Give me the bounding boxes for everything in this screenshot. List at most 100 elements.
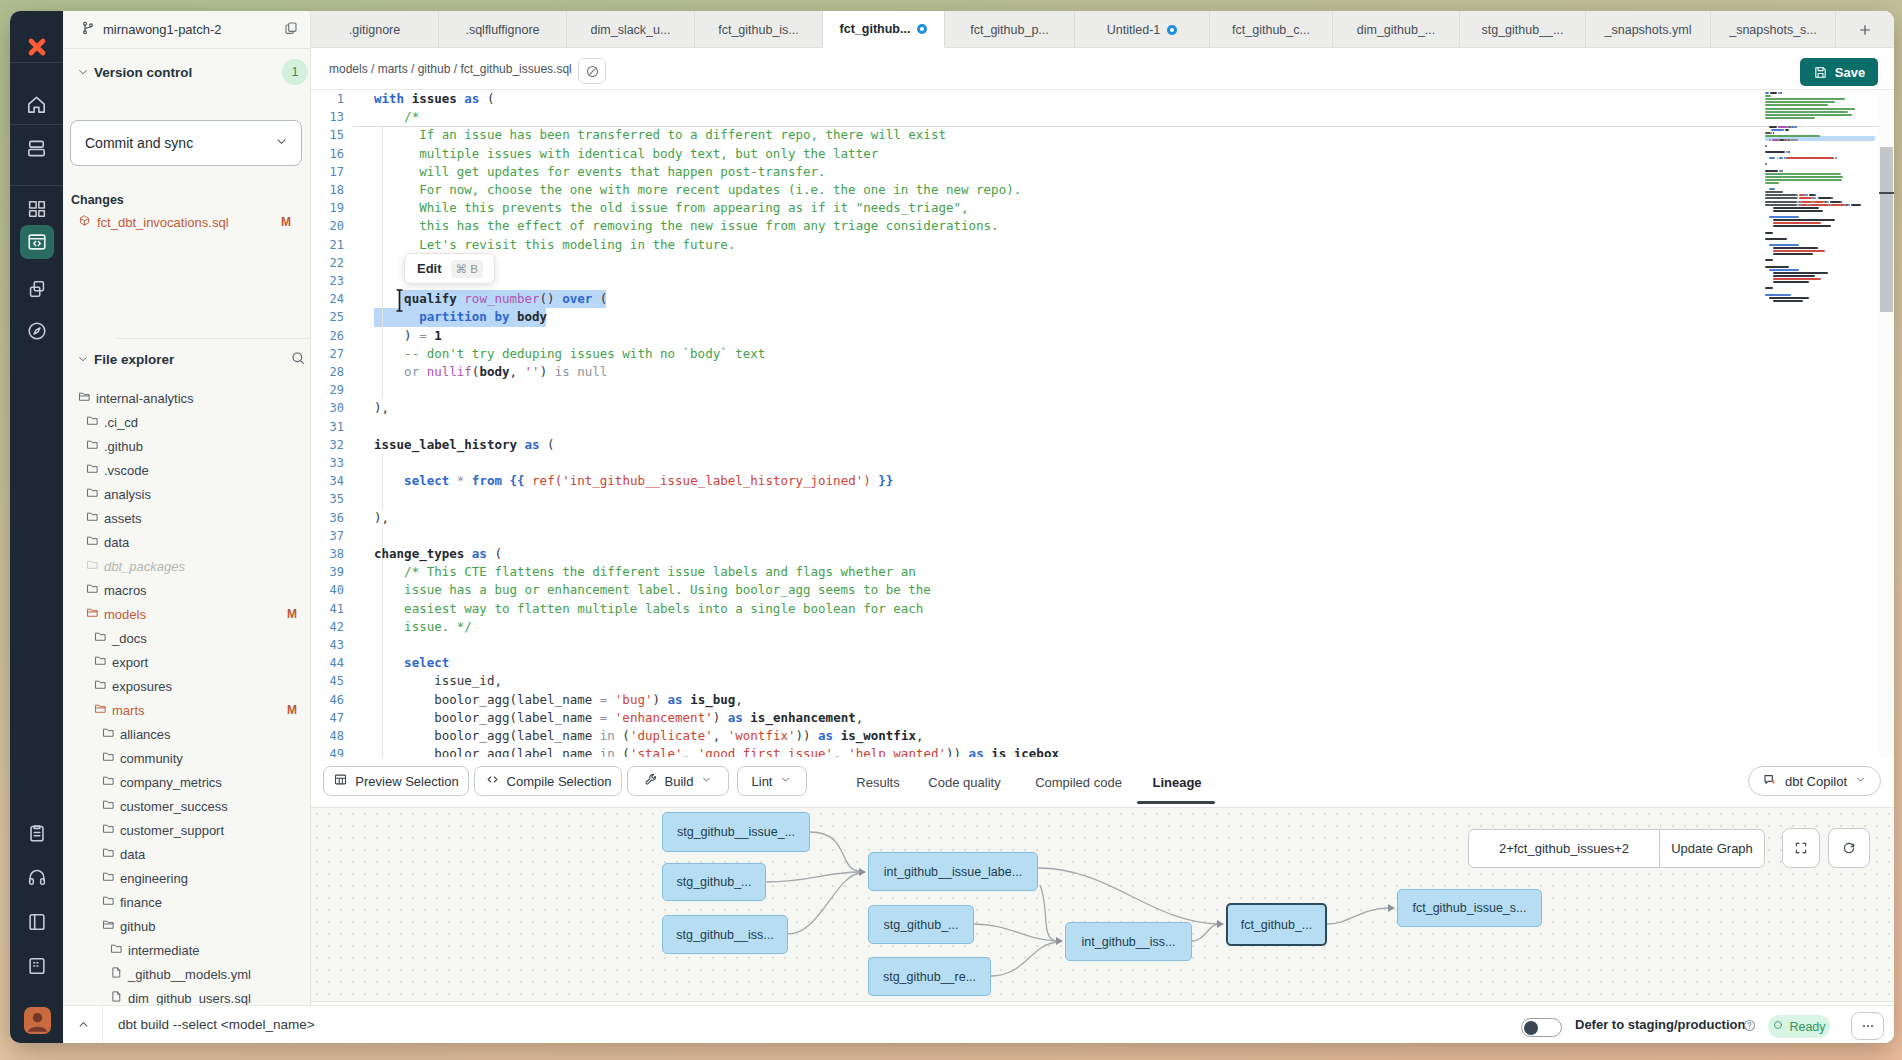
branch-header[interactable]: mirnawong1-patch-2	[63, 11, 311, 49]
support-nav[interactable]	[10, 855, 63, 899]
line-number: 32	[311, 436, 344, 454]
tab-gitignore[interactable]: .gitignore	[311, 11, 439, 48]
modified-dot-icon	[1167, 25, 1177, 35]
update-graph-button[interactable]: Update Graph	[1660, 829, 1765, 868]
branch-icon	[80, 20, 96, 36]
tab-fct_github_p[interactable]: fct_github_p...	[945, 11, 1075, 48]
dbt-logo-icon	[10, 27, 63, 67]
tree-item[interactable]: .vscode	[86, 458, 149, 482]
lint-button[interactable]: Lint	[737, 766, 807, 796]
deploy-nav[interactable]	[10, 126, 63, 170]
defer-toggle[interactable]	[1521, 1018, 1562, 1037]
orchestration-nav[interactable]	[10, 267, 63, 311]
search-icon[interactable]	[290, 350, 306, 370]
more-options-button[interactable]	[1851, 1012, 1884, 1040]
panel-tab-code-quality[interactable]: Code quality	[926, 757, 1003, 808]
copy-branch-button[interactable]	[283, 20, 299, 40]
compile-selection-button[interactable]: Compile Selection	[474, 766, 622, 796]
preview-selection-button[interactable]: Preview Selection	[323, 766, 469, 796]
tree-item[interactable]: data	[86, 530, 129, 554]
tree-item[interactable]: engineering	[102, 866, 188, 890]
dropdown-label: Commit and sync	[85, 135, 193, 151]
build-button[interactable]: Build	[627, 766, 729, 796]
line-number: 42	[311, 618, 344, 636]
tree-item[interactable]: community	[102, 746, 183, 770]
lineage-node[interactable]: stg_github__re...	[868, 957, 991, 996]
lineage-panel: stg_github__issue_... stg_github_... stg_g…	[311, 808, 1894, 1002]
tab-fct_github_c[interactable]: fct_github_c...	[1210, 11, 1333, 48]
tab-fct_github[interactable]: fct_github...	[823, 11, 945, 48]
tree-item[interactable]: intermediate	[110, 938, 200, 962]
tab-Untitled-1[interactable]: Untitled-1	[1075, 11, 1210, 48]
collapse-version-control[interactable]	[76, 65, 90, 83]
model-icon	[78, 214, 91, 227]
lineage-node-label: stg_github__re...	[883, 970, 976, 984]
lineage-node[interactable]: fct_github_...	[1226, 903, 1327, 946]
notes-nav[interactable]	[10, 811, 63, 855]
folder-icon	[102, 894, 115, 907]
tree-item[interactable]: finance	[102, 890, 162, 914]
tab-dim_github_[interactable]: dim_github_...	[1333, 11, 1460, 48]
tree-item[interactable]: assets	[86, 506, 142, 530]
commit-and-sync-dropdown[interactable]: Commit and sync	[70, 120, 302, 166]
changed-file[interactable]: fct_dbt_invocations.sql	[78, 213, 229, 231]
tree-item-label: dim_github_users.sql	[128, 991, 251, 1006]
tab-_snapshots_s[interactable]: _snapshots_s...	[1711, 11, 1836, 48]
tree-item[interactable]: .ci_cd	[86, 410, 138, 434]
develop-nav[interactable]	[20, 225, 54, 259]
refresh-button[interactable]	[1828, 828, 1870, 868]
tree-item[interactable]: internal-analytics	[78, 386, 194, 410]
tab-stg_github__[interactable]: stg_github__...	[1460, 11, 1586, 48]
version-control-badge: 1	[282, 59, 308, 85]
lineage-node[interactable]: stg_github_...	[868, 905, 974, 944]
tree-item[interactable]: customer_support	[102, 818, 224, 842]
line-number: 47	[311, 709, 344, 727]
tree-item[interactable]: company_metrics	[102, 770, 222, 794]
lineage-node[interactable]: stg_github__issue_...	[662, 812, 810, 852]
tree-item[interactable]: data	[102, 842, 145, 866]
tab-fct_github_is[interactable]: fct_github_is...	[695, 11, 823, 48]
fullscreen-button[interactable]	[1782, 828, 1820, 868]
home-nav[interactable]	[10, 82, 63, 126]
minimap[interactable]	[1765, 90, 1875, 757]
tab-sqlfluffignore[interactable]: .sqlfluffignore	[439, 11, 567, 48]
tree-item[interactable]: models	[86, 602, 146, 626]
new-tab-button[interactable]	[1836, 11, 1894, 48]
panel-tab-results[interactable]: Results	[854, 757, 902, 808]
tree-item[interactable]: export	[94, 650, 148, 674]
scrollbar[interactable]	[1879, 90, 1894, 757]
save-button[interactable]: Save	[1800, 58, 1878, 86]
help-icon[interactable]	[1742, 1018, 1757, 1037]
tree-item[interactable]: macros	[86, 578, 147, 602]
tree-item[interactable]: .github	[86, 434, 143, 458]
tree-item[interactable]: alliances	[102, 722, 171, 746]
tab-_snapshotsyml[interactable]: _snapshots.yml	[1586, 11, 1711, 48]
tree-item[interactable]: customer_success	[102, 794, 228, 818]
tab-dim_slack_u[interactable]: dim_slack_u...	[567, 11, 695, 48]
tree-item[interactable]: exposures	[94, 674, 172, 698]
code-editor[interactable]: 1with issues as (13 /*15 If an issue has…	[311, 90, 1894, 757]
lineage-search-input[interactable]: 2+fct_github_issues+2	[1468, 829, 1660, 868]
breadcrumb: models / marts / github / fct_github_iss…	[329, 62, 572, 76]
lineage-node[interactable]: fct_github_issue_s...	[1397, 889, 1542, 927]
explore-nav[interactable]	[10, 309, 63, 353]
user-avatar[interactable]	[24, 1007, 51, 1034]
tree-item[interactable]: dbt_packages	[86, 554, 185, 578]
collapse-file-explorer[interactable]	[76, 352, 90, 370]
tree-item[interactable]: _github__models.yml	[110, 962, 251, 986]
panel-tab-compiled-code[interactable]: Compiled code	[1034, 757, 1123, 808]
tree-item[interactable]: marts	[94, 698, 145, 722]
open-docs-button[interactable]	[578, 58, 606, 84]
apps-nav[interactable]	[10, 944, 63, 988]
tree-item[interactable]: _docs	[94, 626, 147, 650]
docs-nav[interactable]	[10, 900, 63, 944]
lineage-node[interactable]: stg_github__iss...	[662, 915, 788, 954]
lineage-node[interactable]: int_github__iss...	[1065, 922, 1192, 961]
dbt-copilot-button[interactable]: dbt Copilot	[1748, 766, 1881, 796]
command-input[interactable]: dbt build --select <model_name>	[118, 1017, 315, 1032]
tree-item[interactable]: analysis	[86, 482, 151, 506]
lineage-node[interactable]: stg_github_...	[662, 863, 766, 901]
lineage-node[interactable]: int_github__issue_labe...	[868, 852, 1038, 891]
collapse-command-bar[interactable]	[76, 1017, 91, 1036]
tree-item[interactable]: github	[102, 914, 155, 938]
